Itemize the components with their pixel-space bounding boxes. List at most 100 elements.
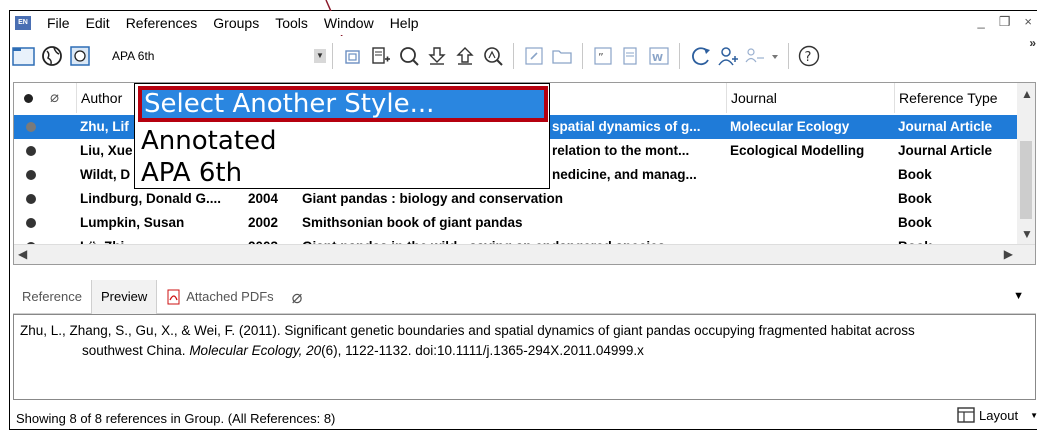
row-title: relation to the mont... (552, 143, 690, 158)
new-reference-icon[interactable] (367, 42, 395, 70)
format-bibliography-icon[interactable] (617, 42, 645, 70)
table-row[interactable]: Lumpkin, Susan 2002 Smithsonian book of … (14, 211, 1019, 235)
read-status-column-icon[interactable] (24, 94, 33, 103)
row-journal: Molecular Ecology (730, 119, 850, 134)
svg-text:W: W (652, 53, 663, 64)
preview-line-2: southwest China. Molecular Ecology, 20(6… (20, 341, 1029, 361)
read-status-icon (26, 218, 36, 228)
row-year: 2004 (248, 191, 279, 206)
share-group-icon[interactable] (742, 42, 782, 70)
export-icon[interactable] (451, 42, 479, 70)
endnote-app-icon: EN (15, 16, 31, 30)
layout-dropdown-icon[interactable]: ▼ (1030, 411, 1038, 420)
read-status-icon (26, 146, 36, 156)
row-author: Lindburg, Donald G.... (80, 191, 221, 206)
row-title: Giant pandas : biology and conservation (302, 191, 564, 206)
open-link-icon[interactable] (520, 42, 548, 70)
scroll-right-icon[interactable]: ▶ (1004, 247, 1013, 261)
sync-icon[interactable] (686, 42, 714, 70)
toolbar-divider (513, 43, 514, 69)
insert-citation-icon[interactable]: ” (589, 42, 617, 70)
pdf-icon (167, 289, 180, 304)
dropdown-item-annotated[interactable]: Annotated (141, 126, 276, 156)
toolbar-overflow-button[interactable]: » (1029, 36, 1036, 50)
tab-preview[interactable]: Preview (90, 279, 158, 314)
layout-icon (957, 407, 975, 423)
scroll-up-icon[interactable]: ▲ (1021, 87, 1033, 101)
find-full-text-icon[interactable] (479, 42, 507, 70)
toolbar-divider (332, 43, 333, 69)
attachment-column-icon[interactable]: ⌀ (50, 88, 59, 106)
reference-panel-tabs: Reference Preview Attached PDFs ⌀ ▼ (13, 279, 1036, 314)
toolbar-divider (582, 43, 583, 69)
vertical-scrollbar[interactable]: ▲ ▼ (1017, 83, 1035, 246)
tab-attached-pdfs[interactable]: Attached PDFs (157, 280, 282, 314)
tab-attached-pdfs-label: Attached PDFs (186, 288, 274, 304)
menu-edit[interactable]: Edit (78, 11, 118, 35)
toolbar-divider (679, 43, 680, 69)
integrated-library-icon[interactable] (66, 42, 94, 70)
preview-line-1: Zhu, L., Zhang, S., Gu, X., & Wei, F. (2… (20, 323, 915, 338)
row-reference-type: Book (898, 167, 932, 182)
output-style-select[interactable]: APA 6th ▼ (104, 45, 326, 67)
toolbar-divider (788, 43, 789, 69)
layout-button[interactable]: Layout ▼ (957, 407, 1038, 423)
scrollbar-thumb[interactable] (1020, 141, 1032, 219)
row-author: Lumpkin, Susan (80, 215, 185, 230)
dropdown-item-label: Select Another Style... (144, 89, 435, 119)
preview-journal-italic: Molecular Ecology, 20 (189, 343, 322, 358)
read-status-icon (26, 122, 36, 132)
read-status-icon (26, 170, 36, 180)
menu-bar: EN File Edit References Groups Tools Win… (10, 11, 1038, 35)
row-reference-type: Journal Article (898, 143, 993, 158)
menu-file[interactable]: File (39, 11, 78, 35)
local-library-icon[interactable] (10, 42, 38, 70)
online-search-icon[interactable] (395, 42, 423, 70)
menu-tools[interactable]: Tools (267, 11, 316, 35)
menu-help[interactable]: Help (382, 11, 427, 35)
svg-text:”: ” (598, 51, 604, 64)
column-header-reference-type[interactable]: Reference Type (894, 83, 1019, 113)
row-journal: Ecological Modelling (730, 143, 865, 158)
share-library-icon[interactable] (714, 42, 742, 70)
return-to-word-icon[interactable]: W (645, 42, 673, 70)
dropdown-item-select-another-style[interactable]: Select Another Style... (138, 86, 548, 122)
svg-text:?: ? (805, 50, 812, 65)
citation-preview: Zhu, L., Zhang, S., Gu, X., & Wei, F. (2… (13, 314, 1036, 400)
preview-line-2-suffix: (6), 1122-1132. doi:10.1111/j.1365-294X.… (321, 343, 644, 358)
column-header-journal[interactable]: Journal (726, 83, 894, 113)
row-year: 2002 (248, 215, 279, 230)
preview-line-2-prefix: southwest China. (82, 343, 190, 358)
row-title: spatial dynamics of g... (552, 119, 701, 134)
table-row[interactable]: Lindburg, Donald G.... 2004 Giant pandas… (14, 187, 1019, 211)
panel-menu-icon[interactable]: ▼ (1013, 290, 1024, 302)
scroll-down-icon[interactable]: ▼ (1021, 227, 1033, 241)
scroll-left-icon[interactable]: ◀ (18, 247, 27, 261)
menu-window[interactable]: Window (316, 11, 382, 35)
row-reference-type: Journal Article (898, 119, 993, 134)
open-file-icon[interactable] (548, 42, 576, 70)
menu-groups[interactable]: Groups (205, 11, 267, 35)
row-reference-type: Book (898, 191, 932, 206)
row-title: Smithsonian book of giant pandas (302, 215, 523, 230)
row-reference-type: Book (898, 215, 932, 230)
row-title: nedicine, and manag... (552, 167, 697, 182)
import-icon[interactable] (423, 42, 451, 70)
attach-file-icon[interactable]: ⌀ (283, 280, 312, 314)
online-search-globe-icon[interactable] (38, 42, 66, 70)
dropdown-item-apa-6th[interactable]: APA 6th (141, 158, 242, 188)
close-button[interactable]: × (1024, 14, 1032, 30)
read-status-icon (26, 194, 36, 204)
minimize-button[interactable]: _ (978, 14, 985, 30)
restore-button[interactable]: ❒ (999, 14, 1011, 30)
menu-references[interactable]: References (118, 11, 206, 35)
horizontal-scrollbar[interactable]: ◀ ▶ (14, 244, 1035, 264)
tab-reference[interactable]: Reference (13, 280, 91, 314)
copy-to-library-icon[interactable] (339, 42, 367, 70)
output-style-dropdown: Select Another Style... Annotated APA 6t… (134, 83, 550, 189)
window-controls: _ ❒ × (978, 14, 1032, 30)
dropdown-arrow-icon[interactable]: ▼ (314, 49, 326, 63)
help-icon[interactable]: ? (795, 42, 823, 70)
output-style-value: APA 6th (112, 49, 155, 63)
status-bar: Showing 8 of 8 references in Group. (All… (10, 405, 1038, 431)
